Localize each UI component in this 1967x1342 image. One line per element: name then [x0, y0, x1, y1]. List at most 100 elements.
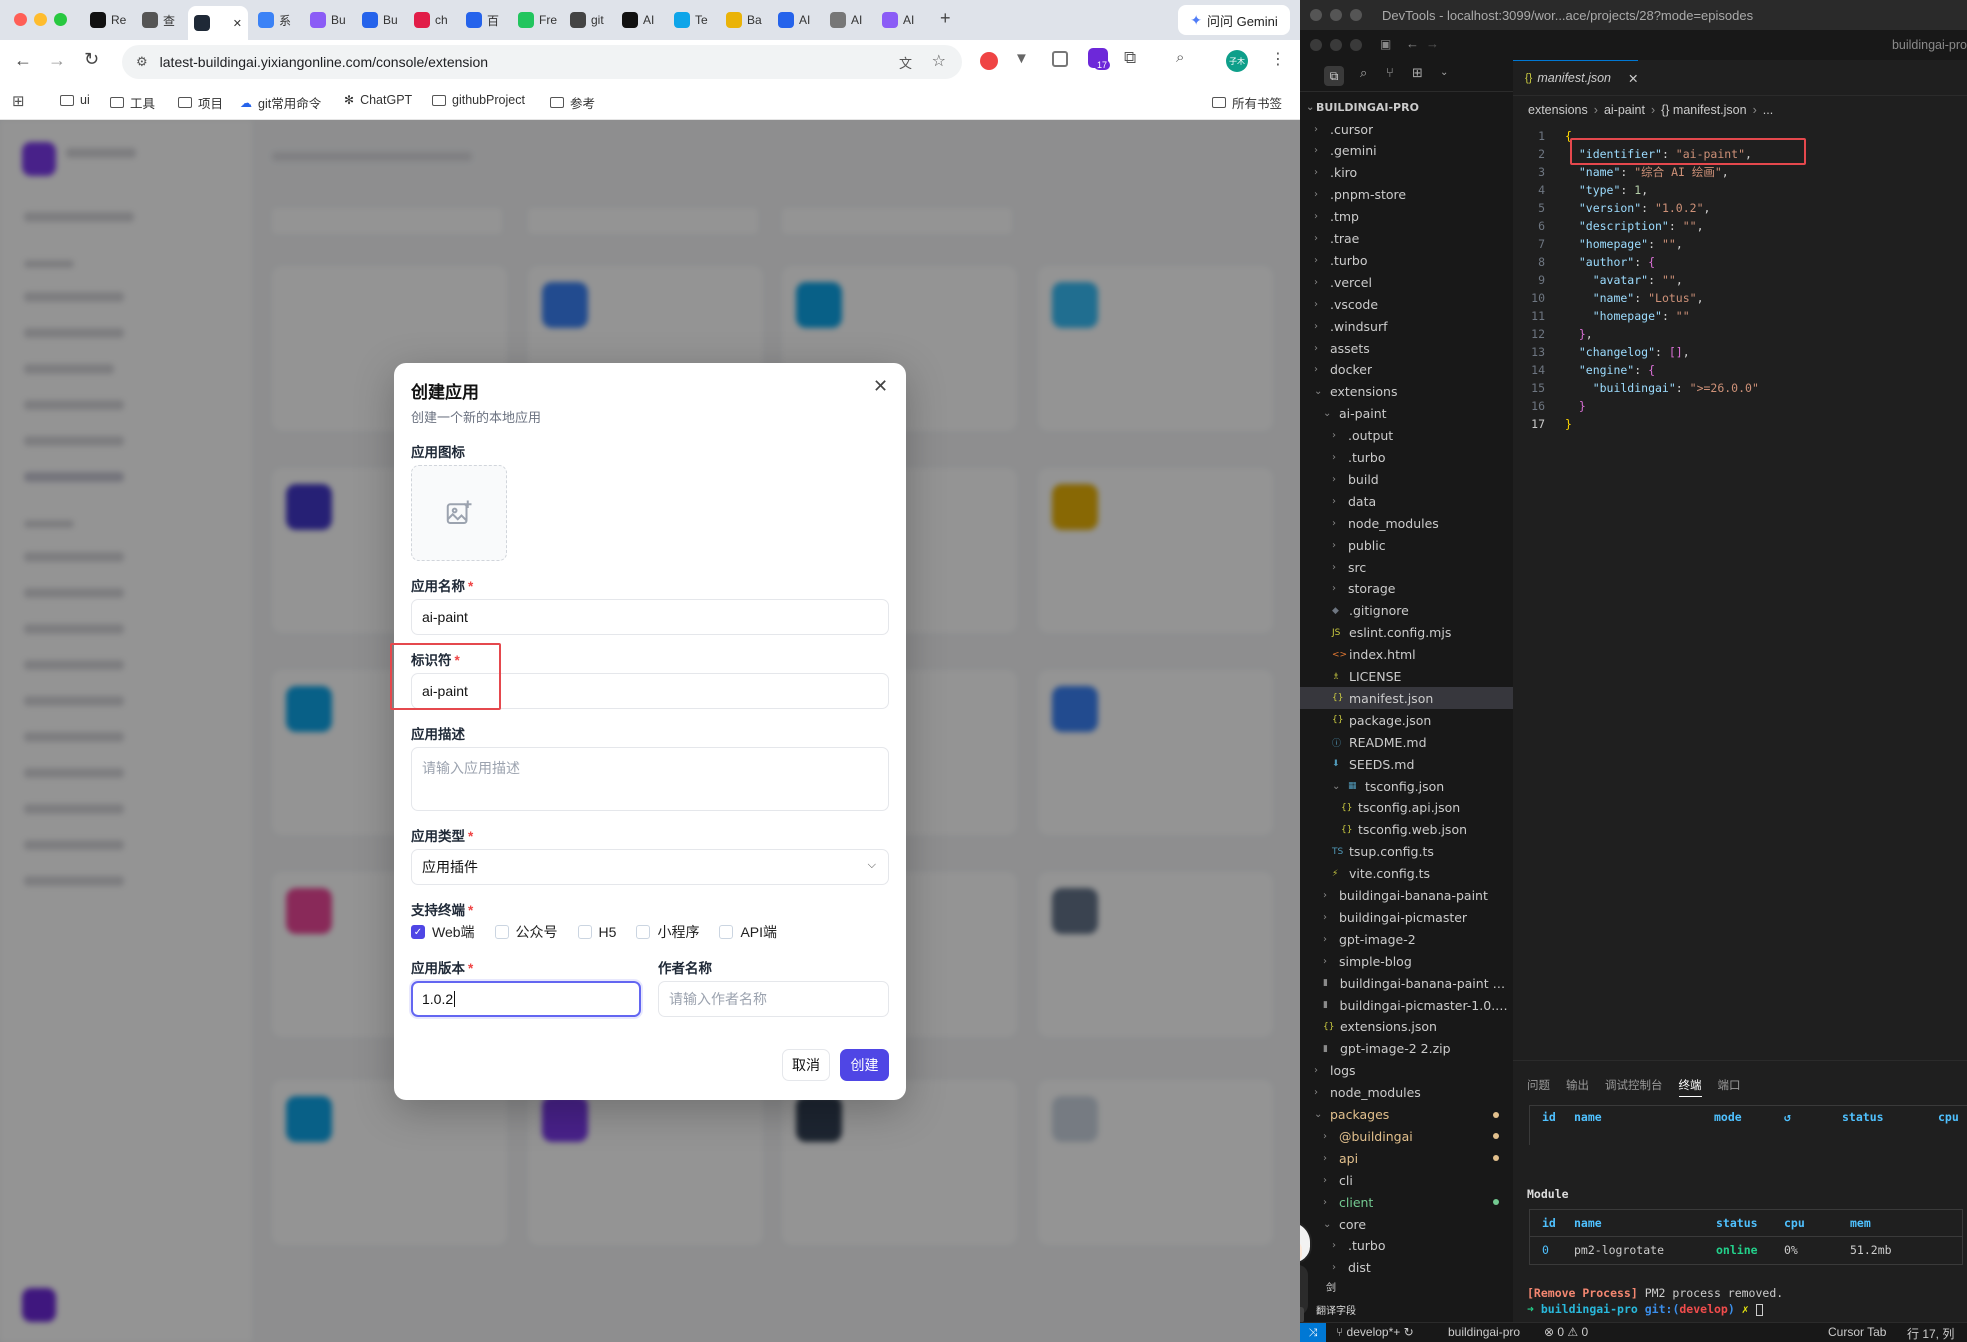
browser-tab[interactable]: Re [84, 6, 144, 34]
tree-file[interactable]: ▮ buildingai-picmaster-1.0.5.... [1300, 994, 1513, 1016]
browser-tab[interactable]: ✕ [188, 6, 248, 40]
tree-folder[interactable]: › .vscode [1300, 293, 1513, 315]
browser-tab[interactable]: ch [408, 6, 468, 34]
problems-status[interactable]: ⊗ 0 ⚠ 0 [1544, 1325, 1588, 1339]
close-tab-icon[interactable]: ✕ [1628, 71, 1638, 86]
terminal-option[interactable]: API端 [719, 922, 777, 942]
tree-folder[interactable]: › logs [1300, 1060, 1513, 1082]
type-select[interactable]: 应用插件 ⌵ [411, 849, 889, 885]
breadcrumb-item[interactable]: {} manifest.json [1661, 103, 1746, 117]
tree-folder[interactable]: › assets [1300, 337, 1513, 359]
tree-folder[interactable]: › .pnpm-store [1300, 184, 1513, 206]
extensions-puzzle-icon[interactable]: ⧉ [1124, 48, 1136, 68]
tree-folder[interactable]: › .kiro [1300, 162, 1513, 184]
reload-icon[interactable]: ↻ [84, 49, 99, 70]
bookmark-item[interactable]: ✻ ChatGPT [344, 93, 412, 107]
cursor-position-status[interactable]: 行 17, 列 [1907, 1325, 1954, 1342]
checkbox-icon[interactable] [577, 925, 592, 939]
breadcrumb-item[interactable]: ... [1763, 103, 1773, 117]
code-line[interactable]: "buildingai": ">=26.0.0" [1565, 379, 1759, 397]
site-info-icon[interactable]: ⚙ [136, 54, 148, 70]
terminal-option[interactable]: 小程序 [636, 922, 699, 942]
tree-file[interactable]: ⬇ SEEDS.md [1300, 753, 1513, 775]
tree-folder[interactable]: › .tmp [1300, 206, 1513, 228]
menu-kebab-icon[interactable]: ⋮ [1270, 49, 1286, 69]
tree-folder[interactable]: ⌄ ai-paint [1300, 403, 1513, 425]
bookmark-star-icon[interactable]: ☆ [932, 51, 946, 71]
minimize-window-button[interactable] [34, 13, 47, 26]
tree-folder[interactable]: › @buildingai [1300, 1125, 1513, 1147]
minimize-window-button[interactable] [1330, 39, 1342, 51]
url-text[interactable]: latest-buildingai.yixiangonline.com/cons… [160, 54, 488, 70]
tree-file[interactable]: {} tsconfig.web.json [1300, 819, 1513, 841]
browser-tab[interactable]: Fre [512, 6, 572, 34]
zoom-window-button[interactable] [54, 13, 67, 26]
translate-icon[interactable]: 文 [899, 53, 912, 72]
tree-folder[interactable]: › .trae [1300, 228, 1513, 250]
tree-folder[interactable]: › buildingai-picmaster [1300, 906, 1513, 928]
extensions-icon[interactable]: ⊞ [1412, 66, 1423, 81]
tree-file[interactable]: ♗ LICENSE [1300, 666, 1513, 688]
browser-tab[interactable]: AI [824, 6, 884, 34]
description-textarea[interactable]: 请输入应用描述 [411, 747, 889, 811]
tree-file[interactable]: {} tsconfig.api.json [1300, 797, 1513, 819]
panel-tab[interactable]: 输出 [1566, 1077, 1589, 1097]
files-icon[interactable]: ⧉ [1324, 66, 1344, 86]
tree-file[interactable]: TS tsup.config.ts [1300, 841, 1513, 863]
search-icon[interactable]: ⌕ [1360, 66, 1367, 81]
tree-folder[interactable]: ⌄ extensions [1300, 381, 1513, 403]
terminal-option[interactable]: H5 [577, 924, 616, 940]
bookmark-item[interactable]: githubProject [432, 93, 525, 107]
code-line[interactable]: "homepage": "" [1565, 307, 1690, 325]
panel-tab[interactable]: 终端 [1678, 1077, 1702, 1097]
bookmark-item[interactable]: 参考 [550, 93, 595, 112]
tree-folder[interactable]: › api [1300, 1147, 1513, 1169]
tree-folder[interactable]: › .windsurf [1300, 315, 1513, 337]
tree-file[interactable]: {} package.json [1300, 709, 1513, 731]
new-tab-button[interactable]: + [940, 8, 951, 29]
bookmark-item[interactable]: ui [60, 93, 90, 107]
tree-folder[interactable]: › buildingai-banana-paint [1300, 885, 1513, 907]
tree-folder[interactable]: › cli [1300, 1169, 1513, 1191]
tree-file[interactable]: ◆ .gitignore [1300, 600, 1513, 622]
tree-folder[interactable]: › gpt-image-2 [1300, 928, 1513, 950]
bookmark-item[interactable]: ☁ git常用命令 [240, 93, 321, 112]
tree-folder[interactable]: › node_modules [1300, 512, 1513, 534]
panel-tab[interactable]: 调试控制台 [1605, 1077, 1663, 1097]
code-line[interactable]: "engine": { [1565, 361, 1655, 379]
tree-file[interactable]: {} extensions.json [1300, 1016, 1513, 1038]
browser-tab[interactable]: AI [772, 6, 832, 34]
panel-tab[interactable]: 端口 [1718, 1077, 1741, 1097]
code-line[interactable]: } [1565, 415, 1572, 433]
browser-tab[interactable]: AI [876, 6, 936, 34]
zoom-window-button[interactable] [1350, 9, 1362, 21]
branch-status[interactable]: ⑂ develop*+ ↻ [1336, 1325, 1414, 1339]
remote-icon[interactable]: ⤨ [1300, 1323, 1326, 1342]
bookmark-item[interactable]: 工具 [110, 93, 155, 112]
all-bookmarks[interactable]: 所有书签 [1212, 93, 1282, 112]
tree-folder[interactable]: › public [1300, 534, 1513, 556]
code-line[interactable]: "avatar": "", [1565, 271, 1683, 289]
tree-file[interactable]: ▮ gpt-image-2 2.zip [1300, 1038, 1513, 1060]
code-line[interactable]: "name": "Lotus", [1565, 289, 1704, 307]
tree-folder[interactable]: › data [1300, 490, 1513, 512]
tree-folder[interactable]: › .turbo [1300, 249, 1513, 271]
tree-folder[interactable]: › .cursor [1300, 118, 1513, 140]
version-input[interactable]: 1.0.2 [411, 981, 641, 1017]
tree-folder[interactable]: › .gemini [1300, 140, 1513, 162]
code-line[interactable]: "author": { [1565, 253, 1655, 271]
tree-folder[interactable]: › .turbo [1300, 1235, 1513, 1257]
author-input[interactable]: 请输入作者名称 [658, 981, 889, 1017]
folder-status[interactable]: buildingai-pro [1448, 1325, 1520, 1339]
checkbox-icon[interactable] [719, 925, 734, 939]
browser-tab[interactable]: Bu [304, 6, 364, 34]
minimize-window-button[interactable] [1330, 9, 1342, 21]
terminal-option[interactable]: 公众号 [494, 922, 558, 942]
address-bar[interactable]: ⚙ latest-buildingai.yixiangonline.com/co… [122, 45, 962, 79]
back-icon[interactable]: ← [14, 50, 32, 71]
close-icon[interactable]: ✕ [873, 376, 888, 397]
code-line[interactable]: }, [1565, 325, 1593, 343]
extension-red-icon[interactable] [980, 52, 998, 70]
tree-folder[interactable]: › storage [1300, 578, 1513, 600]
terminal-option[interactable]: ✓ Web端 [411, 922, 475, 942]
